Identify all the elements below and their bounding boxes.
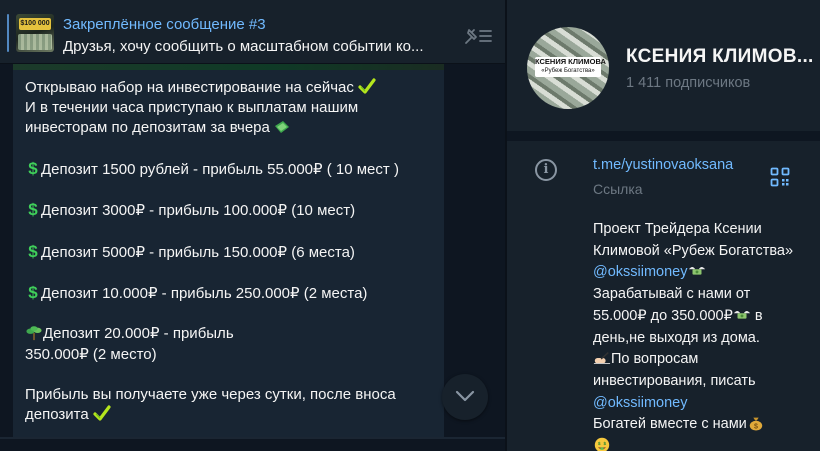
message-line-text: инвесторам по депозитам за вчера xyxy=(25,119,270,137)
dollar-icon: $ xyxy=(28,200,38,220)
money-tree-icon xyxy=(26,326,42,341)
message-line: Открываю набор на инвестирование на сейч… xyxy=(25,78,435,98)
message-line: $ Депозит 1500 рублей - прибыль 55.000₽ (… xyxy=(25,159,435,180)
message-line-text: И в течении часа приступаю к выплатам на… xyxy=(25,99,359,117)
message-line-text: 350.000₽ (2 место) xyxy=(25,345,157,363)
description-line: Богатей вместе с нами $ xyxy=(593,414,803,436)
message-line: Депозит 20.000₽ - прибыль xyxy=(25,324,435,344)
description-text: инвестирования, писать xyxy=(593,372,756,389)
dollar-icon: $ xyxy=(28,282,38,302)
description-line: Климовой «Рубеж Богатства» xyxy=(593,241,803,263)
message-line-text: Депозит 20.000₽ - прибыль xyxy=(43,325,234,343)
description-text: Проект Трейдера Ксении xyxy=(593,221,762,237)
message-line-text: Депозит 3000₽ - прибыль 100.000₽ (10 мес… xyxy=(41,202,356,220)
pinned-title: Закреплённое сообщение #3 xyxy=(63,16,266,33)
description-line: Проект Трейдера Ксении xyxy=(593,219,803,241)
dollar-icon: $ xyxy=(28,241,38,261)
channel-name: КСЕНИЯ КЛИМОВ... xyxy=(626,46,814,67)
message-line-text: Депозит 5000₽ - прибыль 150.000₽ (6 мест… xyxy=(41,243,355,261)
description-line: @okssiimoney xyxy=(593,262,803,284)
qr-code-icon[interactable] xyxy=(770,167,790,187)
message-image-edge xyxy=(13,64,444,70)
description-line: @okssiimoney xyxy=(593,393,803,415)
message-line-text: Депозит 1500 рублей - прибыль 55.000₽ ( … xyxy=(41,160,399,178)
subscriber-count: 1 411 подписчиков xyxy=(626,75,751,91)
link-label: Ссылка xyxy=(593,181,643,197)
message-line: $ Депозит 3000₽ - прибыль 100.000₽ (10 ме… xyxy=(25,200,435,221)
message-line-text: депозита xyxy=(25,406,89,424)
message-line-text: Открываю набор на инвестирование на сейч… xyxy=(25,79,354,96)
mention-link[interactable]: @okssiimoney xyxy=(593,264,688,280)
message-line: $ Депозит 10.000₽ - прибыль 250.000₽ (2 м… xyxy=(25,283,435,304)
message-line-text: Прибыль вы получаете уже через сутки, по… xyxy=(25,385,396,403)
description-text: в xyxy=(750,307,763,324)
description-line: По вопросам xyxy=(593,349,803,371)
info-icon: i xyxy=(535,159,557,181)
description-text: По вопросам xyxy=(611,351,699,368)
description-text: 55.000₽ до 350.000₽ xyxy=(593,307,733,324)
message-line: Прибыль вы получаете уже через сутки, по… xyxy=(25,385,435,405)
svg-text:$: $ xyxy=(603,441,606,447)
mention-link[interactable]: @okssiimoney xyxy=(593,395,688,411)
chat-area: $100 000 Закреплённое сообщение #3 Друзь… xyxy=(0,0,505,451)
avatar-title: КСЕНИЯ КЛИМОВА xyxy=(535,57,606,66)
description-line: $ $ xyxy=(593,436,803,451)
pinned-thumbnail: $100 000 xyxy=(16,14,54,52)
channel-link[interactable]: t.me/yustinovaoksana xyxy=(593,157,733,173)
description-line: Зарабатывай с нами от xyxy=(593,284,803,306)
message-line: $ Депозит 5000₽ - прибыль 150.000₽ (6 мес… xyxy=(25,242,435,263)
money-mouth-face-icon: $ $ xyxy=(594,437,610,451)
description-line: инвестирования, писать xyxy=(593,371,803,393)
description-text: Климовой «Рубеж Богатства» xyxy=(593,242,794,259)
channel-info-panel: КСЕНИЯ КЛИМОВА «Рубеж Богатства» КСЕНИЯ … xyxy=(507,0,820,451)
check-mark-icon xyxy=(93,405,111,421)
channel-profile: КСЕНИЯ КЛИМОВА «Рубеж Богатства» КСЕНИЯ … xyxy=(507,0,820,140)
pinned-indicator xyxy=(7,14,9,52)
channel-description: Проект Трейдера Ксении Климовой «Рубеж Бо… xyxy=(593,219,803,451)
pinned-message-bar[interactable]: $100 000 Закреплённое сообщение #3 Друзь… xyxy=(0,0,505,64)
check-mark-icon xyxy=(358,78,376,94)
description-text: Богатей вместе с нами xyxy=(593,416,747,433)
description-line: день,не выходя из дома. xyxy=(593,328,803,350)
svg-text:$: $ xyxy=(598,441,601,447)
avatar-subtitle: «Рубеж Богатства» xyxy=(541,68,595,74)
pinned-list-icon[interactable] xyxy=(462,26,494,46)
chevron-down-icon xyxy=(455,390,475,402)
money-bag-icon: $ xyxy=(749,417,763,431)
composer-edge xyxy=(0,437,505,451)
avatar[interactable]: КСЕНИЯ КЛИМОВА «Рубеж Богатства» xyxy=(527,27,609,109)
writing-hand-icon xyxy=(593,352,611,365)
description-text: Зарабатывай с нами от xyxy=(593,286,751,303)
message-line: И в течении часа приступаю к выплатам на… xyxy=(25,98,435,118)
money-icon xyxy=(275,121,290,134)
message-line: инвесторам по депозитам за вчера xyxy=(25,118,435,138)
section-separator xyxy=(507,131,820,141)
message-line: депозита xyxy=(25,405,435,425)
pinned-preview: Друзья, хочу сообщить о масштабном событ… xyxy=(63,38,424,55)
message-line: 350.000₽ (2 место) xyxy=(25,345,435,365)
dollar-icon: $ xyxy=(28,158,38,178)
pinned-thumbnail-text: $100 000 xyxy=(20,20,50,27)
message-line-text: Депозит 10.000₽ - прибыль 250.000₽ (2 ме… xyxy=(41,284,368,302)
description-line: 55.000₽ до 350.000₽ в xyxy=(593,306,803,328)
description-text: день,не выходя из дома. xyxy=(593,329,760,346)
money-wings-icon xyxy=(688,267,705,276)
message-text: Открываю набор на инвестирование на сейч… xyxy=(25,78,435,451)
scroll-down-button[interactable] xyxy=(442,374,488,420)
svg-text:$: $ xyxy=(754,423,758,431)
money-wings-icon xyxy=(733,310,750,319)
